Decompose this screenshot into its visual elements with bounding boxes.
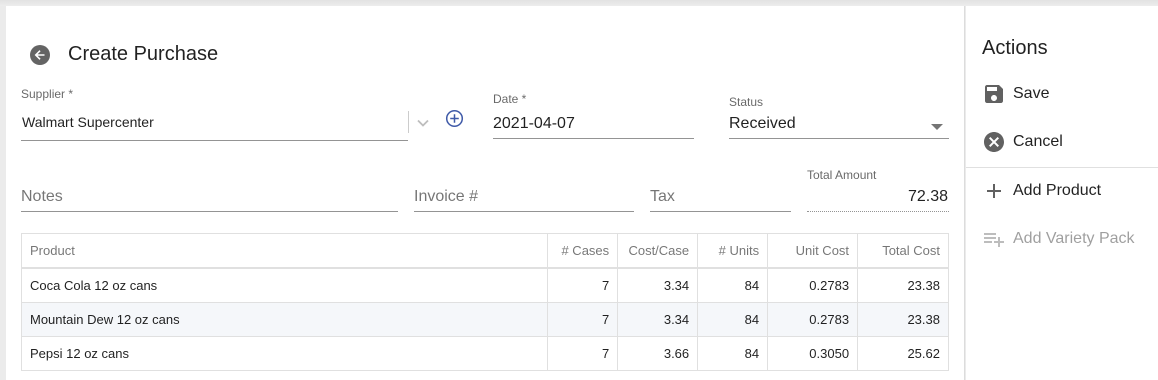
total-amount-value: 72.38: [907, 188, 948, 205]
cell-unit-cost[interactable]: 0.2783: [767, 302, 859, 337]
column-header-total-cost[interactable]: Total Cost: [857, 233, 949, 269]
dropdown-arrow-icon[interactable]: [931, 124, 943, 130]
column-header-units[interactable]: # Units: [697, 233, 769, 269]
column-header-cases[interactable]: # Cases: [547, 233, 619, 269]
cell-product[interactable]: Mountain Dew 12 oz cans: [20, 302, 549, 337]
cell-total-cost[interactable]: 23.38: [857, 302, 949, 337]
column-header-cost-case[interactable]: Cost/Case: [617, 233, 699, 269]
add-product-button[interactable]: Add Product: [966, 171, 1158, 211]
playlist-add-icon: [984, 233, 1004, 247]
column-header-product[interactable]: Product: [20, 233, 549, 269]
cell-cost-case[interactable]: 3.34: [617, 302, 699, 337]
invoice-underline: [414, 211, 634, 212]
cell-units[interactable]: 84: [697, 302, 769, 337]
add-variety-pack-label: Add Variety Pack: [1013, 230, 1135, 247]
table-header-row: Product # Cases Cost/Case # Units Unit C…: [20, 233, 949, 269]
cancel-label: Cancel: [1013, 133, 1063, 150]
cell-product[interactable]: Coca Cola 12 oz cans: [20, 267, 549, 303]
actions-title: Actions: [982, 37, 1048, 59]
cell-cost-case[interactable]: 3.34: [617, 267, 699, 303]
notes-input[interactable]: Notes: [21, 188, 63, 206]
add-variety-pack-button[interactable]: Add Variety Pack: [966, 219, 1158, 259]
notes-underline: [21, 211, 398, 212]
supplier-underline: [21, 140, 408, 141]
date-underline: [493, 138, 694, 139]
table-row[interactable]: Pepsi 12 oz cans 7 3.66 84 0.3050 25.62: [20, 336, 949, 371]
total-amount-label: Total Amount: [807, 168, 877, 182]
save-icon: [985, 85, 1003, 103]
table-row[interactable]: Coca Cola 12 oz cans 7 3.34 84 0.2783 23…: [20, 267, 949, 303]
save-label: Save: [1013, 85, 1050, 102]
actions-divider: [966, 167, 1158, 168]
date-label: Date *: [493, 92, 527, 106]
back-arrow-icon[interactable]: [30, 45, 50, 65]
cell-product[interactable]: Pepsi 12 oz cans: [20, 336, 549, 371]
cell-total-cost[interactable]: 23.38: [857, 267, 949, 303]
cell-cases[interactable]: 7: [547, 336, 619, 371]
tax-underline: [650, 211, 791, 212]
table-row[interactable]: Mountain Dew 12 oz cans 7 3.34 84 0.2783…: [20, 302, 949, 337]
cell-units[interactable]: 84: [697, 267, 769, 303]
cell-cost-case[interactable]: 3.66: [617, 336, 699, 371]
chevron-down-icon[interactable]: [416, 116, 430, 130]
cancel-button[interactable]: Cancel: [966, 122, 1158, 162]
save-button[interactable]: Save: [966, 74, 1158, 114]
supplier-input[interactable]: Walmart Supercenter: [22, 114, 154, 130]
cell-cases[interactable]: 7: [547, 267, 619, 303]
cell-total-cost[interactable]: 25.62: [857, 336, 949, 371]
cell-unit-cost[interactable]: 0.2783: [767, 267, 859, 303]
cell-unit-cost[interactable]: 0.3050: [767, 336, 859, 371]
plus-icon: [987, 184, 1001, 198]
column-header-unit-cost[interactable]: Unit Cost: [767, 233, 859, 269]
add-product-label: Add Product: [1013, 182, 1102, 199]
supplier-separator: [408, 111, 409, 133]
invoice-input[interactable]: Invoice #: [414, 188, 478, 206]
cancel-icon: [984, 132, 1004, 152]
add-supplier-icon[interactable]: [445, 109, 464, 128]
status-select[interactable]: Received: [729, 115, 796, 133]
products-table: Product # Cases Cost/Case # Units Unit C…: [20, 233, 949, 371]
supplier-label: Supplier *: [21, 87, 74, 101]
status-label: Status: [729, 95, 764, 109]
tax-input[interactable]: Tax: [650, 188, 675, 206]
actions-panel: Actions Save Cancel Add Product Add Vari…: [966, 6, 1158, 380]
total-amount-underline: [807, 211, 949, 212]
cell-units[interactable]: 84: [697, 336, 769, 371]
cell-cases[interactable]: 7: [547, 302, 619, 337]
page-title: Create Purchase: [68, 43, 219, 65]
date-input[interactable]: 2021-04-07: [493, 115, 575, 133]
status-underline: [729, 138, 949, 139]
